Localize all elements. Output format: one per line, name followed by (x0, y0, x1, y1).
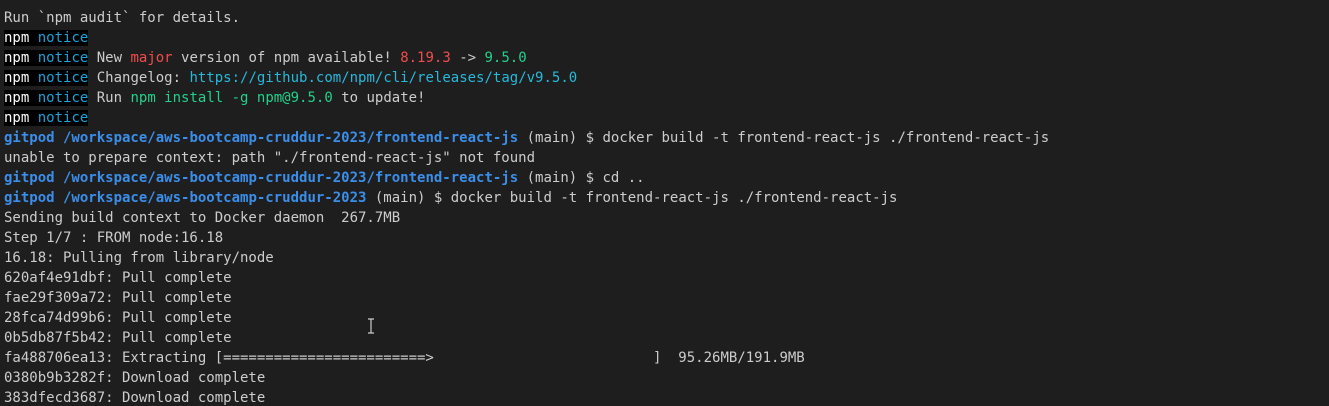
terminal-line: Sending build context to Docker daemon 2… (4, 208, 1329, 228)
terminal-line: 0380b9b3282f: Download complete (4, 368, 1329, 388)
terminal-line: 0b5db87f5b42: Pull complete (4, 328, 1329, 348)
terminal-text: to update! (332, 90, 426, 106)
terminal-text: 620af4e91dbf: Pull complete (4, 270, 232, 286)
terminal-text: Sending build context to Docker daemon 2… (4, 210, 401, 226)
terminal-text: 9.5.0 (484, 50, 527, 66)
terminal-text: npm (4, 50, 30, 66)
terminal-text: version of npm available! (172, 50, 401, 66)
text-cursor-icon (366, 316, 376, 336)
terminal-text: 383dfecd3687: Download complete (4, 390, 266, 406)
terminal-text: 0b5db87f5b42: Pull complete (4, 330, 232, 346)
terminal-text: (main) $ cd .. (518, 170, 645, 186)
terminal-line: npm notice (4, 108, 1329, 128)
terminal-text: /workspace/aws-bootcamp-cruddur-2023/fro… (54, 170, 519, 186)
terminal-text: gitpod (4, 170, 55, 186)
terminal-line: 383dfecd3687: Download complete (4, 388, 1329, 406)
terminal-line: npm notice New major version of npm avai… (4, 48, 1329, 68)
terminal-text: 8.19.3 (400, 50, 451, 66)
terminal-line: Run `npm audit` for details. (4, 8, 1329, 28)
terminal-text: fae29f309a72: Pull complete (4, 290, 232, 306)
terminal-text: /workspace/aws-bootcamp-cruddur-2023/fro… (54, 130, 519, 146)
terminal-text: -> (450, 50, 485, 66)
terminal-text: notice (29, 90, 89, 106)
terminal-text: 28fca74d99b6: Pull complete (4, 310, 232, 326)
terminal-text: notice (29, 70, 89, 86)
terminal-text: gitpod (4, 130, 55, 146)
terminal-line: unable to prepare context: path "./front… (4, 148, 1329, 168)
terminal-text: Step 1/7 : FROM node:16.18 (4, 230, 224, 246)
terminal-line: gitpod /workspace/aws-bootcamp-cruddur-2… (4, 128, 1329, 148)
terminal-line: 620af4e91dbf: Pull complete (4, 268, 1329, 288)
terminal-text: /workspace/aws-bootcamp-cruddur-2023 (54, 190, 367, 206)
terminal-text: npm (4, 30, 30, 46)
terminal-link[interactable]: https://github.com/npm/cli/releases/tag/… (189, 70, 577, 86)
terminal-line: npm notice Run npm install -g npm@9.5.0 … (4, 88, 1329, 108)
terminal-line: npm notice Changelog: https://github.com… (4, 68, 1329, 88)
terminal-text: notice (29, 50, 89, 66)
terminal-line: fae29f309a72: Pull complete (4, 288, 1329, 308)
terminal-text: npm (4, 110, 30, 126)
terminal-text: (main) $ docker build -t frontend-react-… (366, 190, 898, 206)
terminal-line: Step 1/7 : FROM node:16.18 (4, 228, 1329, 248)
terminal-text: Changelog: (88, 70, 190, 86)
terminal-text: fa488706ea13: Extracting [==============… (4, 350, 805, 366)
terminal-line: gitpod /workspace/aws-bootcamp-cruddur-2… (4, 168, 1329, 188)
terminal-text: npm install -g npm@9.5.0 (130, 90, 333, 106)
terminal-line: 16.18: Pulling from library/node (4, 248, 1329, 268)
terminal-text: Run `npm audit` for details. (4, 10, 241, 26)
terminal-text: Run (88, 90, 131, 106)
terminal-line: 28fca74d99b6: Pull complete (4, 308, 1329, 328)
terminal-line: fa488706ea13: Extracting [==============… (4, 348, 1329, 368)
terminal-text: unable to prepare context: path "./front… (4, 150, 536, 166)
terminal-line: gitpod /workspace/aws-bootcamp-cruddur-2… (4, 188, 1329, 208)
terminal-line: npm notice (4, 28, 1329, 48)
terminal-text: major (130, 50, 173, 66)
terminal-text: notice (29, 30, 89, 46)
terminal-output[interactable]: Run `npm audit` for details. npm notice np… (0, 0, 1329, 406)
terminal-text: 0380b9b3282f: Download complete (4, 370, 266, 386)
terminal-text: New (88, 50, 131, 66)
terminal-text: 16.18: Pulling from library/node (4, 250, 274, 266)
terminal-text: (main) $ docker build -t frontend-react-… (518, 130, 1050, 146)
terminal-text: notice (29, 110, 89, 126)
terminal-text: gitpod (4, 190, 55, 206)
terminal-text: npm (4, 90, 30, 106)
terminal-text: npm (4, 70, 30, 86)
